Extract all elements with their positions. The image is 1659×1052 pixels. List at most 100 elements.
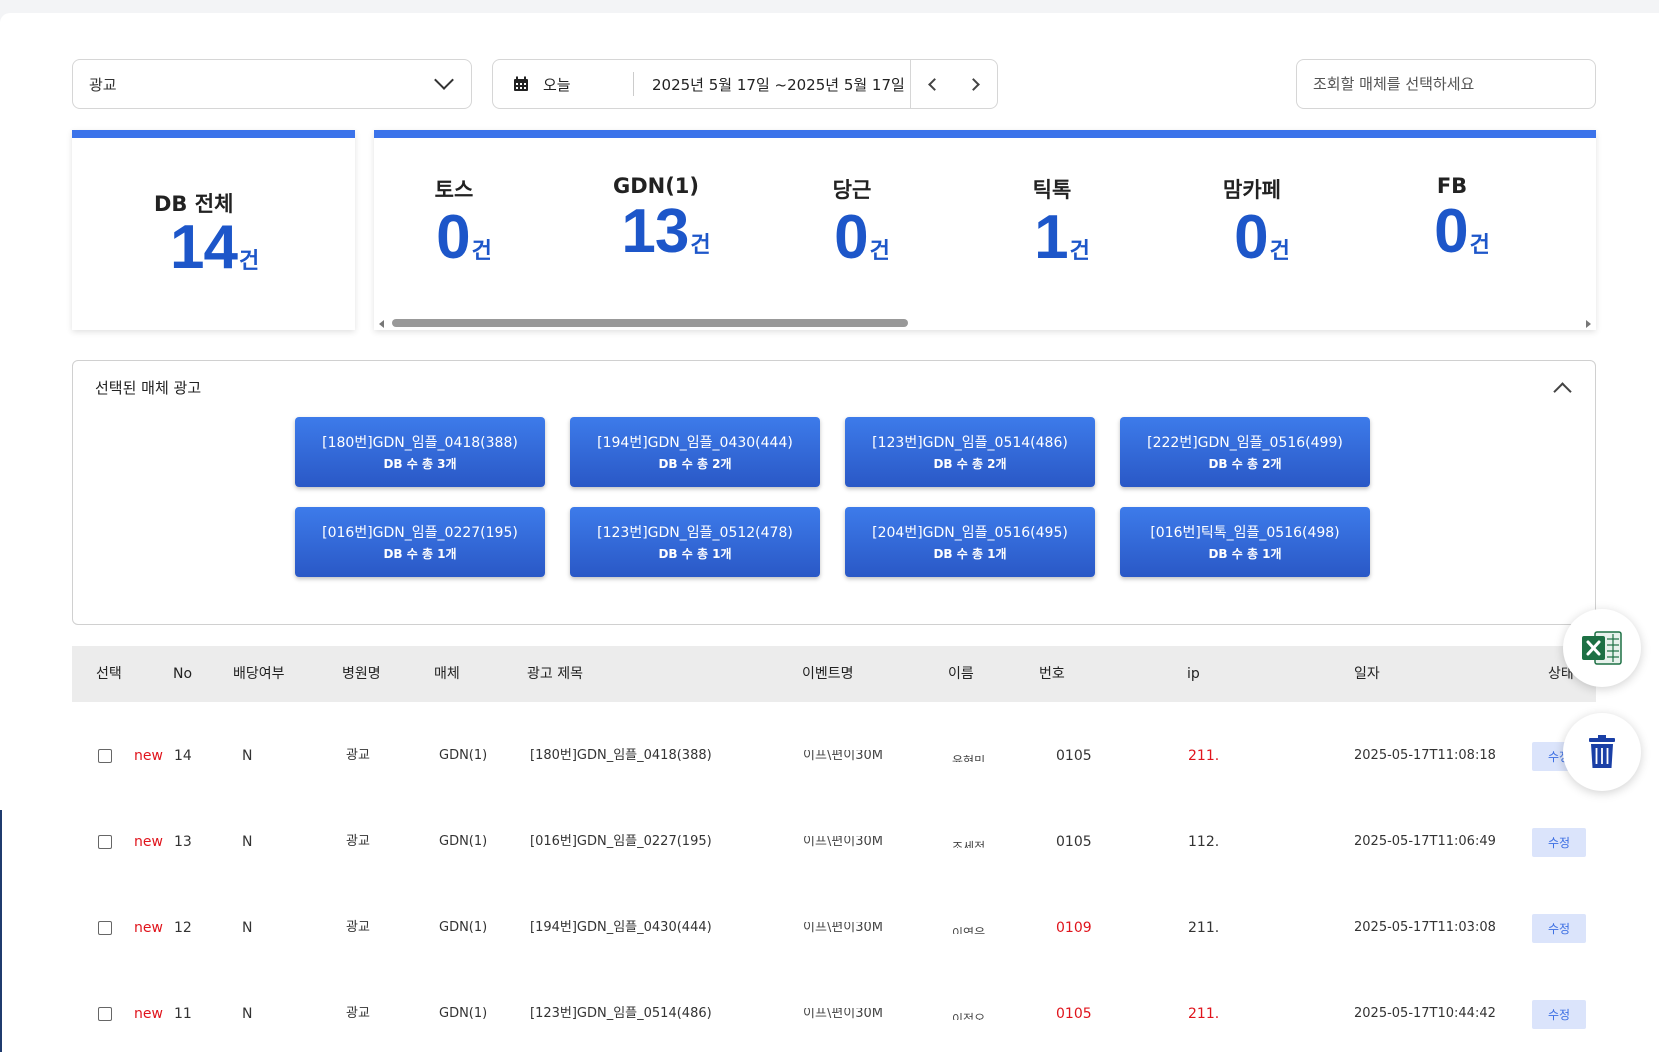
media-stat-tiktok[interactable]: 틱톡 1건: [992, 174, 1132, 273]
row-ad-title: [194번]GDN_임플_0430(444): [530, 920, 712, 935]
ad-button[interactable]: [016번]틱톡_임플_0516(498) DB 수 총 1개: [1120, 507, 1370, 577]
media-stat-count: 0건: [792, 202, 932, 273]
media-stat-fb[interactable]: FB 0건: [1392, 174, 1532, 267]
date-range-text[interactable]: 2025년 5월 17일 ~2025년 5월 17일: [634, 74, 910, 95]
media-stat-gdn[interactable]: GDN(1) 13건: [596, 174, 736, 267]
row-media: GDN(1): [439, 920, 488, 935]
category-select[interactable]: 광교: [72, 59, 472, 109]
media-stat-unit: 건: [471, 238, 492, 263]
ad-title: [016번]틱톡_임플_0516(498): [1150, 525, 1340, 541]
ad-title: [016번]GDN_임플_0227(195): [322, 525, 518, 541]
row-ad-title: [016번]GDN_임플_0227(195): [530, 834, 712, 849]
db-total-unit: 건: [238, 248, 260, 273]
col-select: 선택: [96, 666, 122, 682]
ad-button[interactable]: [016번]GDN_임플_0227(195) DB 수 총 1개: [295, 507, 545, 577]
row-name: 조세정: [952, 840, 986, 848]
row-checkbox[interactable]: [98, 749, 112, 763]
ad-count: DB 수 총 3개: [383, 457, 457, 471]
table-row: new 11 N 광교 GDN(1) [123번]GDN_임플_0514(486…: [72, 971, 1596, 1052]
media-stat-value: 0: [1234, 203, 1268, 272]
media-stat-count: 1건: [992, 202, 1132, 273]
db-total-count: 14건: [170, 212, 259, 283]
db-total-card: DB 전체 14건: [72, 130, 355, 330]
row-media: GDN(1): [439, 1006, 488, 1021]
next-date-button[interactable]: [954, 60, 997, 108]
scroll-left-icon[interactable]: [379, 320, 384, 328]
row-ad-title: [180번]GDN_임플_0418(388): [530, 748, 712, 763]
row-name: 이정오: [952, 1012, 986, 1020]
ad-button[interactable]: [222번]GDN_임플_0516(499) DB 수 총 2개: [1120, 417, 1370, 487]
category-select-value: 광교: [89, 75, 117, 94]
media-stat-name: 토스: [434, 178, 474, 202]
row-media: GDN(1): [439, 834, 488, 849]
row-hospital: 광교: [346, 920, 370, 935]
ad-title: [222번]GDN_임플_0516(499): [1147, 435, 1343, 451]
row-checkbox[interactable]: [98, 1007, 112, 1021]
ad-button[interactable]: [123번]GDN_임플_0514(486) DB 수 총 2개: [845, 417, 1095, 487]
ad-button[interactable]: [204번]GDN_임플_0516(495) DB 수 총 1개: [845, 507, 1095, 577]
media-stat-count: 13건: [596, 196, 736, 267]
collapse-chevron-icon[interactable]: [1553, 382, 1572, 401]
ad-title: [123번]GDN_임플_0514(486): [872, 435, 1068, 451]
row-checkbox[interactable]: [98, 921, 112, 935]
row-name: 윤현민: [952, 754, 986, 762]
chevron-right-icon: [967, 77, 980, 91]
prev-date-button[interactable]: [911, 60, 954, 108]
media-stat-momcafe[interactable]: 맘카페 0건: [1192, 174, 1332, 273]
edit-button[interactable]: 수정: [1532, 828, 1586, 857]
media-stat-name: FB: [1436, 174, 1468, 198]
ad-count: DB 수 총 1개: [658, 547, 732, 561]
row-checkbox[interactable]: [98, 835, 112, 849]
edit-button[interactable]: 수정: [1532, 1000, 1586, 1029]
media-stat-count: 0건: [1392, 196, 1532, 267]
row-event: 이프\편이30M: [803, 922, 883, 934]
media-stat-count: 0건: [1192, 202, 1332, 273]
ad-button[interactable]: [194번]GDN_임플_0430(444) DB 수 총 2개: [570, 417, 820, 487]
row-ip: 211.: [1188, 920, 1220, 936]
scrollbar-thumb[interactable]: [392, 319, 908, 327]
media-search-input[interactable]: [1296, 59, 1596, 109]
col-assigned: 배당여부: [233, 666, 285, 682]
date-range-picker[interactable]: 오늘 2025년 5월 17일 ~2025년 5월 17일: [492, 59, 998, 109]
media-stat-value: 0: [1434, 197, 1468, 266]
media-stat-count: 0건: [394, 202, 534, 273]
ad-title: [194번]GDN_임플_0430(444): [597, 435, 793, 451]
row-hospital: 광교: [346, 1006, 370, 1021]
row-phone: 0105: [1056, 1006, 1092, 1022]
row-no: 12: [174, 920, 192, 936]
col-name: 이름: [948, 666, 974, 682]
row-assigned: N: [242, 748, 253, 764]
db-total-value: 14: [170, 213, 238, 282]
row-hospital: 광교: [346, 748, 370, 763]
horizontal-scrollbar[interactable]: [374, 316, 1596, 330]
ad-button[interactable]: [123번]GDN_임플_0512(478) DB 수 총 1개: [570, 507, 820, 577]
col-ad-title: 광고 제목: [527, 666, 583, 682]
delete-button[interactable]: [1563, 713, 1641, 791]
edit-button[interactable]: 수정: [1532, 914, 1586, 943]
table-row: new 14 N 광교 GDN(1) [180번]GDN_임플_0418(388…: [72, 713, 1596, 799]
media-stat-name: 틱톡: [1032, 178, 1072, 202]
media-stat-toss[interactable]: 토스 0건: [394, 174, 534, 273]
edge-strip: [0, 810, 2, 1052]
row-assigned: N: [242, 834, 253, 850]
row-ip: 211.: [1188, 748, 1220, 764]
row-assigned: N: [242, 1006, 253, 1022]
scroll-right-icon[interactable]: [1586, 320, 1591, 328]
table-header: 선택 No 배당여부 병원명 매체 광고 제목 이벤트명 이름 번호 ip 일자…: [72, 646, 1596, 702]
row-name: 이영은: [952, 926, 986, 934]
date-preset[interactable]: 오늘: [543, 74, 633, 95]
row-ad-title: [123번]GDN_임플_0514(486): [530, 1006, 712, 1021]
calendar-icon: [513, 76, 529, 92]
ad-count: DB 수 총 2개: [1208, 457, 1282, 471]
excel-export-button[interactable]: [1563, 609, 1641, 687]
row-date: 2025-05-17T10:44:42: [1354, 1006, 1496, 1021]
trash-icon: [1589, 735, 1615, 768]
media-stat-danggeun[interactable]: 당근 0건: [792, 174, 932, 273]
row-event: 이프\편이30M: [803, 750, 883, 762]
excel-icon: [1582, 631, 1622, 665]
selected-ads-panel: 선택된 매체 광고 [180번]GDN_임플_0418(388) DB 수 총 3…: [72, 360, 1596, 625]
row-ip: 211.: [1188, 1006, 1220, 1022]
media-stat-unit: 건: [1469, 232, 1490, 257]
ad-button[interactable]: [180번]GDN_임플_0418(388) DB 수 총 3개: [295, 417, 545, 487]
ad-count: DB 수 총 2개: [933, 457, 1007, 471]
